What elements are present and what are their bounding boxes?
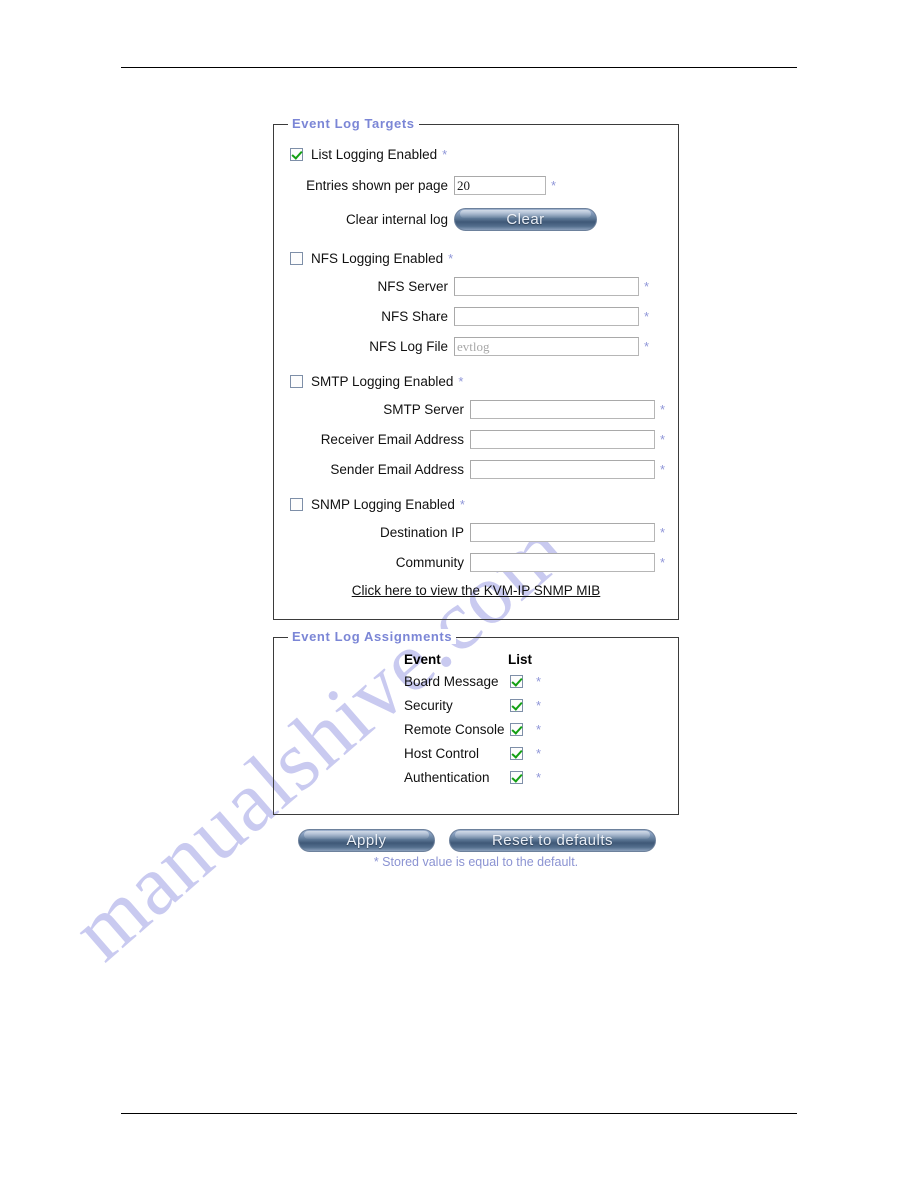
assignment-default-star: * xyxy=(536,770,542,785)
event-log-targets-panel: Event Log Targets List Logging Enabled *… xyxy=(273,116,679,620)
form-actions: Apply Reset to defaults xyxy=(273,829,679,852)
smtp-server-star: * xyxy=(660,401,666,417)
smtp-logging-enabled-checkbox[interactable] xyxy=(290,374,303,388)
assignment-default-star: * xyxy=(536,674,542,689)
snmp-logging-enabled-row[interactable]: SNMP Logging Enabled * xyxy=(274,493,678,515)
receiver-email-input[interactable] xyxy=(470,429,655,449)
nfs-server-label: NFS Server xyxy=(377,278,448,294)
assignment-list-checkbox[interactable] xyxy=(510,675,523,688)
page-header-rule xyxy=(121,67,797,68)
assignments-col-event: Event xyxy=(404,652,441,667)
destination-ip-row: Destination IP * xyxy=(274,521,678,543)
assignment-list-cell[interactable]: * xyxy=(508,698,568,722)
list-logging-enabled-row[interactable]: List Logging Enabled * xyxy=(274,143,678,165)
sender-email-label: Sender Email Address xyxy=(330,461,464,477)
assignments-header-row: Event List xyxy=(404,652,568,674)
entries-per-page-star: * xyxy=(551,177,557,193)
entries-per-page-input[interactable]: 20 xyxy=(454,175,546,195)
nfs-share-label: NFS Share xyxy=(381,308,448,324)
nfs-server-row: NFS Server * xyxy=(274,275,678,297)
clear-internal-log-row: Clear internal log Clear xyxy=(274,204,678,234)
destination-ip-label: Destination IP xyxy=(379,524,464,540)
list-logging-default-star: * xyxy=(442,146,448,162)
receiver-email-label: Receiver Email Address xyxy=(320,431,464,447)
reset-to-defaults-button[interactable]: Reset to defaults xyxy=(449,829,656,852)
assignment-event-label: Authentication xyxy=(404,770,490,785)
assignment-list-checkbox[interactable] xyxy=(510,699,523,712)
snmp-logging-default-star: * xyxy=(459,496,465,512)
snmp-mib-link-row: Click here to view the KVM-IP SNMP MIB xyxy=(274,582,678,600)
config-form: Event Log Targets List Logging Enabled *… xyxy=(273,116,679,869)
smtp-server-input[interactable] xyxy=(470,399,655,419)
assignment-default-star: * xyxy=(536,746,542,761)
assignment-list-checkbox[interactable] xyxy=(510,723,523,736)
assignment-default-star: * xyxy=(536,722,542,737)
sender-email-star: * xyxy=(660,461,666,477)
community-input[interactable] xyxy=(470,552,655,572)
assignment-list-cell[interactable]: * xyxy=(508,770,568,794)
receiver-email-star: * xyxy=(660,431,666,447)
smtp-logging-enabled-label: SMTP Logging Enabled xyxy=(311,373,454,389)
assignment-event-label: Host Control xyxy=(404,746,480,761)
assignments-col-list: List xyxy=(508,652,533,667)
nfs-log-file-input[interactable]: evtlog xyxy=(454,336,639,356)
entries-per-page-row: Entries shown per page 20 * xyxy=(274,174,678,196)
nfs-share-star: * xyxy=(644,308,650,324)
nfs-server-input[interactable] xyxy=(454,276,639,296)
smtp-server-label: SMTP Server xyxy=(383,401,464,417)
community-star: * xyxy=(660,554,666,570)
nfs-server-star: * xyxy=(644,278,650,294)
receiver-email-row: Receiver Email Address * xyxy=(274,428,678,450)
nfs-share-row: NFS Share * xyxy=(274,305,678,327)
destination-ip-star: * xyxy=(660,524,666,540)
list-logging-enabled-label: List Logging Enabled xyxy=(311,146,438,162)
default-value-footnote: * Stored value is equal to the default. xyxy=(373,855,579,869)
table-row: Authentication * xyxy=(404,770,568,794)
nfs-log-file-row: NFS Log File evtlog * xyxy=(274,335,678,357)
assignment-list-cell[interactable]: * xyxy=(508,674,568,698)
destination-ip-input[interactable] xyxy=(470,522,655,542)
table-row: Host Control * xyxy=(404,746,568,770)
table-row: Remote Console * xyxy=(404,722,568,746)
assignment-event-label: Security xyxy=(404,698,453,713)
event-log-assignments-legend: Event Log Assignments xyxy=(288,629,457,644)
clear-internal-log-label: Clear internal log xyxy=(345,211,448,227)
assignment-list-checkbox[interactable] xyxy=(510,747,523,760)
assignment-event-label: Board Message xyxy=(404,674,499,689)
nfs-logging-enabled-checkbox[interactable] xyxy=(290,251,303,265)
event-log-targets-legend: Event Log Targets xyxy=(288,116,419,131)
nfs-logging-enabled-row[interactable]: NFS Logging Enabled * xyxy=(274,247,678,269)
snmp-mib-link[interactable]: Click here to view the KVM-IP SNMP MIB xyxy=(352,583,601,598)
assignment-event-label: Remote Console xyxy=(404,722,505,737)
assignment-list-cell[interactable]: * xyxy=(508,746,568,770)
table-row: Security * xyxy=(404,698,568,722)
entries-per-page-label: Entries shown per page xyxy=(306,177,448,193)
nfs-log-file-star: * xyxy=(644,338,650,354)
smtp-logging-enabled-row[interactable]: SMTP Logging Enabled * xyxy=(274,370,678,392)
table-row: Board Message * xyxy=(404,674,568,698)
clear-button[interactable]: Clear xyxy=(454,207,597,231)
event-log-assignments-panel: Event Log Assignments Event List Board M… xyxy=(273,629,679,815)
nfs-logging-enabled-label: NFS Logging Enabled xyxy=(311,250,444,266)
nfs-logging-default-star: * xyxy=(448,250,454,266)
assignment-list-checkbox[interactable] xyxy=(510,771,523,784)
sender-email-row: Sender Email Address * xyxy=(274,458,678,480)
page-footer-rule xyxy=(121,1113,797,1114)
nfs-log-file-label: NFS Log File xyxy=(369,338,448,354)
list-logging-enabled-checkbox[interactable] xyxy=(290,147,303,161)
snmp-logging-enabled-label: SNMP Logging Enabled xyxy=(311,496,455,512)
smtp-logging-default-star: * xyxy=(458,373,464,389)
assignment-default-star: * xyxy=(536,698,542,713)
assignment-list-cell[interactable]: * xyxy=(508,722,568,746)
community-label: Community xyxy=(395,554,464,570)
apply-button[interactable]: Apply xyxy=(298,829,435,852)
smtp-server-row: SMTP Server * xyxy=(274,398,678,420)
assignments-table: Event List Board Message * Security * Re… xyxy=(404,652,568,794)
community-row: Community * xyxy=(274,551,678,573)
snmp-logging-enabled-checkbox[interactable] xyxy=(290,497,303,511)
nfs-share-input[interactable] xyxy=(454,306,639,326)
sender-email-input[interactable] xyxy=(470,459,655,479)
